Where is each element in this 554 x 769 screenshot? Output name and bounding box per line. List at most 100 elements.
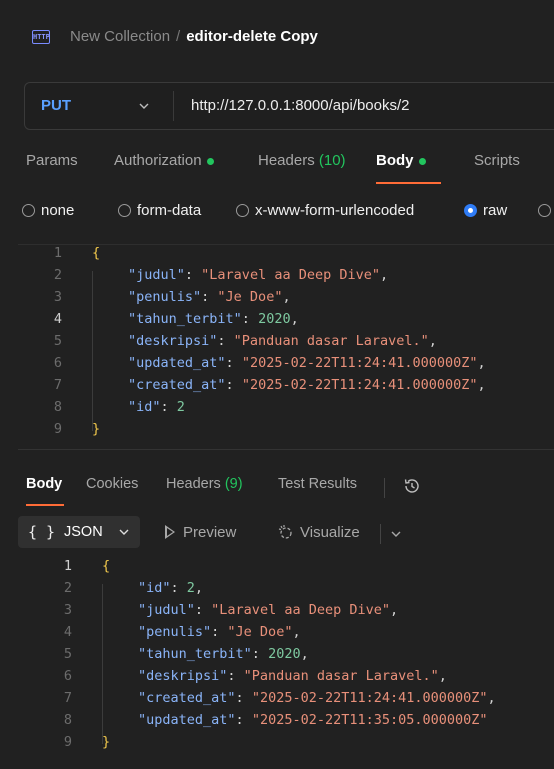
line-number: 7 — [63, 690, 72, 706]
tab-label: Authorization — [114, 152, 202, 169]
json-key: "penulis" — [128, 289, 202, 305]
chevron-down-icon — [119, 529, 129, 535]
json-comma: , — [282, 289, 291, 305]
divider — [384, 478, 385, 498]
json-key: "created_at" — [138, 690, 236, 706]
json-key: "tahun_terbit" — [138, 646, 252, 662]
radio-label: form-data — [137, 202, 202, 219]
method-select[interactable]: PUT — [41, 97, 71, 114]
visualize-button[interactable]: Visualize — [278, 524, 360, 541]
radio-label: x-www-form-urlencoded — [255, 202, 415, 219]
history-icon[interactable] — [402, 476, 422, 496]
json-value: "Je Doe" — [217, 289, 283, 305]
active-tab-underline — [26, 504, 64, 506]
radio-circle-selected — [464, 204, 477, 217]
json-key: "penulis" — [138, 624, 212, 640]
line-number: 2 — [53, 267, 62, 283]
request-body-editor[interactable]: 1 { 2 "judul": "Laravel aa Deep Dive", 3… — [18, 244, 554, 450]
open-brace: { — [102, 558, 111, 574]
radio-label: none — [41, 202, 75, 219]
json-value: "Laravel aa Deep Dive" — [211, 602, 390, 618]
radio-circle — [538, 204, 551, 217]
open-brace: { — [92, 245, 101, 261]
json-value: 2020 — [268, 646, 301, 662]
line-number: 1 — [53, 245, 62, 261]
format-select[interactable]: { } JSON — [18, 516, 140, 548]
radio-raw[interactable]: raw — [464, 202, 507, 219]
tab-label: Body — [376, 152, 414, 169]
line-number: 9 — [63, 734, 72, 750]
tab-params[interactable]: Params — [26, 152, 78, 169]
line-number: 6 — [63, 668, 72, 684]
line-number: 8 — [63, 712, 72, 728]
line-number: 2 — [63, 580, 72, 596]
format-label: JSON — [64, 524, 103, 540]
preview-label: Preview — [183, 524, 237, 541]
line-number: 5 — [63, 646, 72, 662]
radio-binary-partial[interactable] — [538, 202, 554, 219]
request-name[interactable]: editor-delete Copy — [186, 28, 318, 45]
line-number: 9 — [53, 421, 62, 437]
tab-response-body[interactable]: Body — [26, 476, 62, 492]
active-tab-underline — [376, 182, 441, 184]
body-type-radios: none form-data x-www-form-urlencoded raw — [0, 192, 554, 228]
json-value: "Je Doe" — [227, 624, 293, 640]
tab-headers[interactable]: Headers (10) — [258, 152, 346, 169]
url-bar: PUT http://127.0.0.1:8000/api/books/2 — [24, 82, 554, 130]
json-comma: , — [389, 602, 399, 618]
breadcrumb-collection[interactable]: New Collection — [70, 28, 170, 45]
json-key: "updated_at" — [128, 355, 226, 371]
json-value: "2025-02-22T11:24:41.000000Z" — [241, 377, 478, 393]
breadcrumb: New Collection / editor-delete Copy — [70, 28, 318, 45]
radio-none[interactable]: none — [22, 202, 74, 219]
line-number: 3 — [63, 602, 72, 618]
url-input[interactable]: http://127.0.0.1:8000/api/books/2 — [191, 97, 410, 114]
play-icon — [165, 525, 175, 539]
braces-icon: { } — [28, 523, 56, 541]
json-comma: , — [379, 267, 389, 283]
line-number-current: 4 — [53, 311, 62, 327]
json-value: "2025-02-22T11:35:05.000000Z" — [251, 712, 488, 728]
visualize-label: Visualize — [300, 524, 360, 541]
json-key: "tahun_terbit" — [128, 311, 242, 327]
radio-form-data[interactable]: form-data — [118, 202, 201, 219]
tab-label: Headers — [166, 476, 221, 492]
line-number: 1 — [63, 558, 72, 574]
line-number: 4 — [63, 624, 72, 640]
json-comma: , — [194, 580, 204, 596]
json-comma: , — [292, 624, 301, 640]
tab-body[interactable]: Body — [376, 152, 426, 169]
response-tabs: Body Cookies Headers (9) Test Results — [0, 466, 554, 508]
json-comma: , — [477, 355, 486, 371]
line-number: 5 — [53, 333, 62, 349]
json-value: 2 — [186, 580, 195, 596]
preview-button[interactable]: Preview — [165, 524, 237, 541]
json-comma: , — [300, 646, 309, 662]
tab-cookies[interactable]: Cookies — [86, 476, 138, 492]
chevron-down-icon[interactable] — [390, 528, 402, 540]
json-comma: , — [438, 668, 447, 684]
tab-count: (9) — [224, 476, 243, 492]
tab-response-headers[interactable]: Headers (9) — [166, 476, 243, 492]
indent-guide — [102, 584, 103, 744]
tab-scripts[interactable]: Scripts — [474, 152, 520, 169]
radio-label: raw — [483, 202, 508, 219]
json-key: "id" — [138, 580, 171, 596]
json-value: 2 — [176, 399, 185, 415]
json-value: "Laravel aa Deep Dive" — [201, 267, 380, 283]
status-dot — [206, 157, 214, 165]
radio-x-www-form-urlencoded[interactable]: x-www-form-urlencoded — [236, 202, 414, 219]
json-value: "2025-02-22T11:24:41.000000Z" — [241, 355, 478, 371]
json-value: "2025-02-22T11:24:41.000000Z" — [251, 690, 488, 706]
close-brace: } — [92, 421, 101, 437]
response-body-viewer[interactable]: 1 { 2 "id": 2, 3 "judul": "Laravel aa De… — [18, 558, 554, 769]
json-comma: , — [290, 311, 299, 327]
json-key: "deskripsi" — [138, 668, 228, 684]
radio-circle — [22, 204, 35, 217]
chevron-down-icon[interactable] — [137, 99, 151, 113]
line-number: 8 — [53, 399, 62, 415]
json-comma: , — [428, 333, 437, 349]
divider — [380, 524, 381, 544]
tab-test-results[interactable]: Test Results — [278, 476, 357, 492]
tab-authorization[interactable]: Authorization — [114, 152, 214, 169]
